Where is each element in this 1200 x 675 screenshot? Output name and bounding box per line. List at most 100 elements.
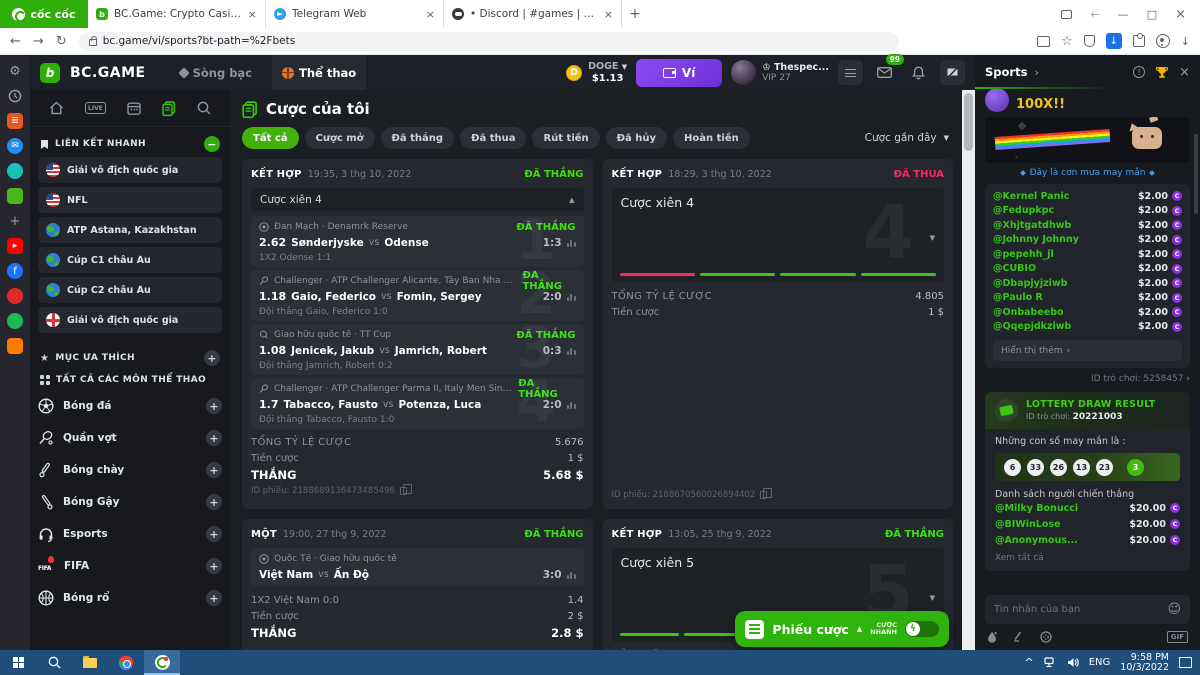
settings-gear-icon[interactable]: ⚙ xyxy=(7,63,23,79)
sport-item-tennis[interactable]: Quần vợt + xyxy=(38,422,222,454)
quick-bet-toggle[interactable]: ϟ xyxy=(905,621,939,637)
filter-all[interactable]: Tất cả xyxy=(242,127,299,149)
mail-icon[interactable]: 99 xyxy=(872,60,897,85)
bcgame-logo-text[interactable]: BC.GAME xyxy=(70,65,146,81)
quick-link-item[interactable]: Cúp C2 châu Âu xyxy=(38,277,222,303)
my-bets-icon[interactable] xyxy=(162,101,176,116)
winner-row[interactable]: @BIWinLose$20.00C xyxy=(995,516,1180,532)
close-chat-icon[interactable]: × xyxy=(1179,65,1190,80)
combo-name-row[interactable]: Cược xiên 4 ▲ xyxy=(251,188,584,211)
bookmark-star-icon[interactable]: ☆ xyxy=(1061,34,1073,49)
collapse-icon[interactable]: ▲ xyxy=(569,196,574,204)
action-center-icon[interactable] xyxy=(1179,657,1192,668)
reload-icon[interactable]: ↻ xyxy=(56,34,67,49)
menu-list-icon[interactable] xyxy=(838,60,863,85)
nav-casino[interactable]: Sòng bạc xyxy=(170,55,262,90)
red-app-shortcut-icon[interactable] xyxy=(7,288,23,304)
main-scrollbar-thumb[interactable] xyxy=(964,93,973,151)
user-profile[interactable]: ♔ Thespec... VIP 27 xyxy=(731,60,829,85)
history-clock-icon[interactable] xyxy=(7,88,23,104)
quick-link-item[interactable]: Giải vô địch quốc gia xyxy=(38,307,222,333)
add-favorite-button[interactable]: + xyxy=(204,350,220,366)
chat-scrollbar-thumb[interactable] xyxy=(1194,134,1198,214)
stats-icon[interactable] xyxy=(567,347,576,355)
filter-refund[interactable]: Hoàn tiền xyxy=(673,127,750,149)
expand-sport-button[interactable]: + xyxy=(206,494,222,510)
chrome-button[interactable] xyxy=(108,650,144,675)
stats-icon[interactable] xyxy=(567,401,576,409)
wallet-button[interactable]: Ví xyxy=(636,59,722,87)
winner-row[interactable]: @Dbapjyjziwb$2.00C xyxy=(993,276,1182,291)
sport-item-soccer[interactable]: Bóng đá + xyxy=(38,390,222,422)
copy-icon[interactable] xyxy=(400,487,407,495)
expand-sport-button[interactable]: + xyxy=(206,558,222,574)
taskbar-clock[interactable]: 9:58 PM 10/3/2022 xyxy=(1120,653,1169,673)
winner-row[interactable]: @Paulo R$2.00C xyxy=(993,291,1182,306)
taskbar-search-button[interactable] xyxy=(36,650,72,675)
bet-leg[interactable]: Quốc Tế · Giao hữu quốc tế Việt Nam vs Ấ… xyxy=(251,548,584,586)
search-icon[interactable] xyxy=(197,101,211,115)
winner-row[interactable]: @Kernel Panic$2.00C xyxy=(993,189,1182,204)
winner-row[interactable]: @pepehh_jl$2.00C xyxy=(993,247,1182,262)
back-icon[interactable]: ← xyxy=(10,34,21,49)
add-shortcut-icon[interactable]: + xyxy=(7,213,23,229)
downloads-tray-icon[interactable]: ↓ xyxy=(1181,35,1190,48)
expand-sport-button[interactable]: + xyxy=(206,430,222,446)
bet-slip-button[interactable]: Phiếu cược ▲ CƯỢCNHANH ϟ xyxy=(735,611,949,647)
calendar-icon[interactable] xyxy=(127,101,141,115)
winner-row[interactable]: @Xhjtgatdhwb$2.00C xyxy=(993,218,1182,233)
bet-leg[interactable]: 1 Đan Mạch · Denamrk Reserve ĐÃ THẮNG 2.… xyxy=(251,216,584,267)
history-back-icon[interactable]: ← xyxy=(1090,8,1099,21)
winner-row[interactable]: @CUBIO$2.00C xyxy=(993,262,1182,277)
screencast-icon[interactable] xyxy=(1037,36,1050,47)
tab-search-icon[interactable] xyxy=(1061,10,1072,19)
game-id-link[interactable]: ID trò chơi: 5258457 › xyxy=(985,374,1190,384)
quick-link-item[interactable]: NFL xyxy=(38,187,222,213)
expand-sport-button[interactable]: + xyxy=(206,590,222,606)
winner-row[interactable]: @Anonymous...$20.00C xyxy=(995,532,1180,548)
download-active-icon[interactable]: ↓ xyxy=(1106,33,1122,49)
home-icon[interactable] xyxy=(49,101,64,115)
chat-toggle-icon[interactable] xyxy=(940,60,965,85)
sort-dropdown[interactable]: Cược gần đây▼ xyxy=(865,132,953,144)
bet-card-single-won[interactable]: MỘT 19:00, 27 thg 9, 2022 ĐÃ THẮNG Quốc … xyxy=(242,519,593,650)
emoji-icon[interactable]: ☺ xyxy=(1167,602,1181,617)
maximize-window-icon[interactable]: □ xyxy=(1147,8,1157,21)
orange-app-shortcut-icon[interactable] xyxy=(7,338,23,354)
facebook-shortcut-icon[interactable]: f xyxy=(7,263,23,279)
bet-card-combo-won[interactable]: KẾT HỢP 19:35, 3 thg 10, 2022 ĐÃ THẮNG C… xyxy=(242,159,593,509)
coccoc-brand-button[interactable]: cốc cốc xyxy=(0,0,88,28)
extensions-puzzle-icon[interactable] xyxy=(1133,35,1145,47)
sport-item-esports[interactable]: Esports + xyxy=(38,518,222,550)
bet-leg[interactable]: 2 Challenger · ATP Challenger Alicante, … xyxy=(251,270,584,321)
language-indicator[interactable]: ENG xyxy=(1089,657,1111,668)
filter-open[interactable]: Cược mở xyxy=(305,127,375,149)
collapse-quick-links-button[interactable]: − xyxy=(204,136,220,152)
browser-tab-bcgame[interactable]: b BC.Game: Crypto Casino Gam × xyxy=(88,0,266,28)
file-explorer-button[interactable] xyxy=(72,650,108,675)
coccoc-button[interactable] xyxy=(144,650,180,675)
show-more-button[interactable]: Hiển thị thêm› xyxy=(993,340,1182,361)
bet-card-combo-lost[interactable]: KẾT HỢP 18:29, 3 thg 10, 2022 ĐÃ THUA Cư… xyxy=(603,159,954,509)
bcgame-logo-icon[interactable]: b xyxy=(40,63,60,83)
stats-icon[interactable] xyxy=(567,293,576,301)
nav-sports[interactable]: Thể thao xyxy=(272,55,366,90)
currency-selector[interactable]: D DOGE ▼ $1.13 xyxy=(566,61,627,84)
bet-slash-icon[interactable] xyxy=(1013,631,1024,642)
filter-lost[interactable]: Đã thua xyxy=(460,127,526,149)
stats-icon[interactable] xyxy=(567,571,576,579)
close-tab-icon[interactable]: × xyxy=(248,8,257,21)
sport-item-baseball[interactable]: Bóng chày + xyxy=(38,454,222,486)
winner-row[interactable]: @Fedupkpc$2.00C xyxy=(993,204,1182,219)
view-all-link[interactable]: Xem tất cả xyxy=(995,553,1180,563)
sport-item-fifa[interactable]: FIFA FIFA + xyxy=(38,550,222,582)
new-tab-button[interactable]: + xyxy=(622,0,648,28)
quick-link-item[interactable]: ATP Astana, Kazakhstan xyxy=(38,217,222,243)
expand-icon[interactable]: ▼ xyxy=(930,594,935,602)
chevron-right-icon[interactable]: › xyxy=(1034,66,1038,79)
quick-link-item[interactable]: Giải vô địch quốc gia xyxy=(38,157,222,183)
browser-tab-telegram[interactable]: Telegram Web × xyxy=(266,0,444,28)
browser-tab-discord[interactable]: • Discord | #games | BC G × xyxy=(444,0,622,28)
chip-icon[interactable] xyxy=(1040,631,1052,643)
winner-row[interactable]: @Onbabeebo$2.00C xyxy=(993,305,1182,320)
